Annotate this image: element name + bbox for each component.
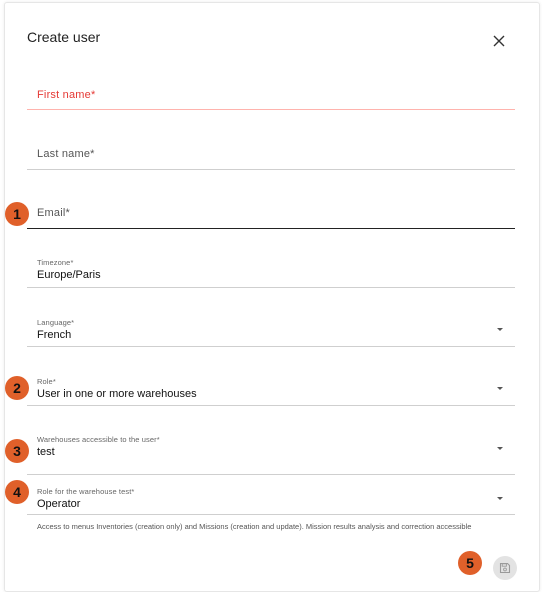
step-marker-3: 3	[5, 439, 29, 463]
email-placeholder: Email*	[37, 207, 70, 219]
language-value: French	[37, 329, 72, 341]
save-icon	[499, 562, 511, 574]
warehouse-role-help-text: Access to menus Inventories (creation on…	[37, 522, 472, 531]
save-button[interactable]	[493, 556, 517, 580]
role-label: Role*	[37, 377, 56, 386]
language-select[interactable]: Language* French	[27, 314, 515, 347]
warehouse-role-value: Operator	[37, 498, 81, 510]
email-underline	[27, 228, 515, 229]
dialog-title: Create user	[27, 29, 101, 45]
warehouses-underline	[27, 474, 515, 475]
first-name-field[interactable]: First name*	[27, 77, 515, 110]
warehouse-role-underline	[27, 514, 515, 515]
warehouses-value: test	[37, 446, 55, 458]
warehouses-label: Warehouses accessible to the user*	[37, 435, 160, 444]
first-name-underline	[27, 109, 515, 110]
warehouse-role-label: Role for the warehouse test*	[37, 487, 135, 496]
timezone-value: Europe/Paris	[37, 269, 101, 281]
close-icon[interactable]	[492, 34, 506, 48]
warehouses-select[interactable]: Warehouses accessible to the user* test	[27, 431, 515, 475]
caret-down-icon[interactable]	[497, 387, 503, 390]
caret-down-icon[interactable]	[497, 497, 503, 500]
role-underline	[27, 405, 515, 406]
step-marker-2: 2	[5, 376, 29, 400]
timezone-underline	[27, 287, 515, 288]
role-select[interactable]: Role* User in one or more warehouses	[27, 373, 515, 406]
first-name-placeholder: First name*	[37, 89, 96, 101]
last-name-field[interactable]: Last name*	[27, 137, 515, 170]
step-marker-4: 4	[5, 480, 29, 504]
caret-down-icon[interactable]	[497, 328, 503, 331]
timezone-label: Timezone*	[37, 258, 74, 267]
warehouse-role-select[interactable]: Role for the warehouse test* Operator	[27, 483, 515, 515]
timezone-field[interactable]: Timezone* Europe/Paris	[27, 255, 515, 288]
email-field[interactable]: Email*	[27, 196, 515, 229]
last-name-placeholder: Last name*	[37, 148, 95, 160]
step-marker-5: 5	[458, 551, 482, 575]
create-user-dialog: Create user First name* Last name* Email…	[4, 2, 540, 592]
language-underline	[27, 346, 515, 347]
role-value: User in one or more warehouses	[37, 388, 197, 400]
caret-down-icon[interactable]	[497, 447, 503, 450]
step-marker-1: 1	[5, 202, 29, 226]
language-label: Language*	[37, 318, 75, 327]
last-name-underline	[27, 169, 515, 170]
